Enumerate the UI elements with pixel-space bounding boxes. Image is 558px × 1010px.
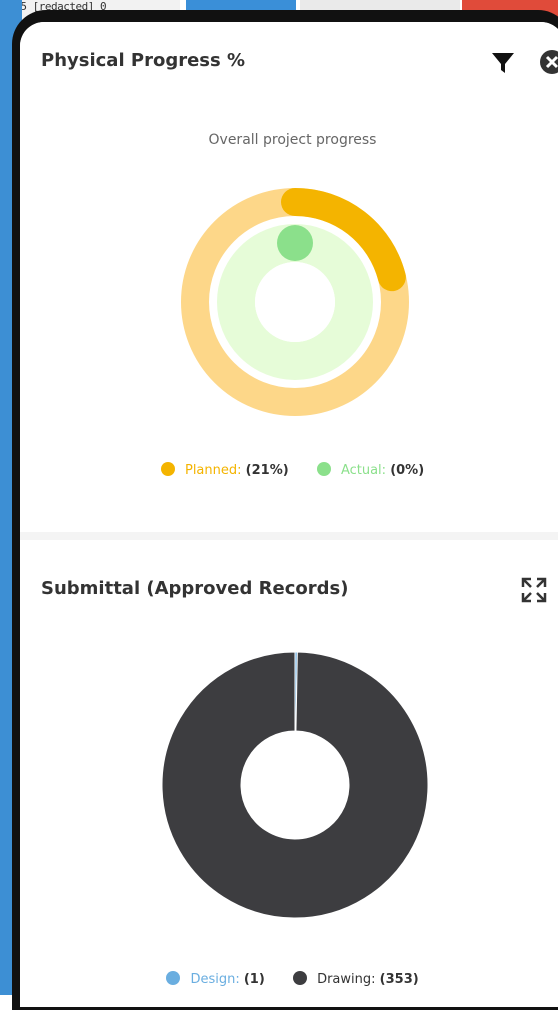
legend-planned[interactable]: Planned: (21%) [160, 462, 289, 478]
physical-progress-card: Physical Progress % Overall project prog… [20, 22, 558, 532]
submittal-title: Submittal (Approved Records) [41, 578, 349, 599]
donut-slice-drawing[interactable] [161, 651, 429, 919]
legend-drawing[interactable]: Drawing: (353) [292, 971, 419, 987]
close-icon[interactable] [538, 48, 558, 76]
legend-label-design: Design: [190, 972, 240, 987]
chart-title: Overall project progress [208, 132, 377, 148]
drawing-color-dot [292, 971, 307, 985]
legend-actual[interactable]: Actual: (0%) [316, 462, 425, 478]
physical-progress-title: Physical Progress % [41, 50, 246, 71]
legend-value-planned: (21%) [245, 463, 289, 478]
radial-progress-chart [181, 188, 409, 416]
legend-value-design: (1) [243, 972, 265, 987]
progress-legend: Planned: (21%) Actual: (0%) [20, 462, 558, 478]
submittal-card: Submittal (Approved Records) Design: (1)… [20, 540, 558, 1007]
submittal-legend: Design: (1) Drawing: (353) [20, 971, 558, 987]
legend-label-actual: Actual: [340, 463, 387, 478]
expand-icon[interactable] [520, 576, 548, 604]
actual-progress-marker [277, 225, 313, 261]
legend-label-planned: Planned: [184, 463, 242, 478]
legend-label-drawing: Drawing: [317, 972, 376, 987]
legend-value-actual: (0%) [390, 463, 425, 478]
submittal-donut-chart [161, 651, 429, 919]
design-color-dot [166, 971, 181, 985]
planned-color-dot [160, 462, 175, 476]
chart-center-hole [255, 262, 335, 342]
legend-value-drawing: (353) [379, 972, 419, 987]
actual-color-dot [316, 462, 331, 476]
legend-design[interactable]: Design: (1) [166, 971, 265, 987]
filter-icon[interactable] [490, 50, 516, 76]
phone-screen: Physical Progress % Overall project prog… [20, 22, 558, 1007]
